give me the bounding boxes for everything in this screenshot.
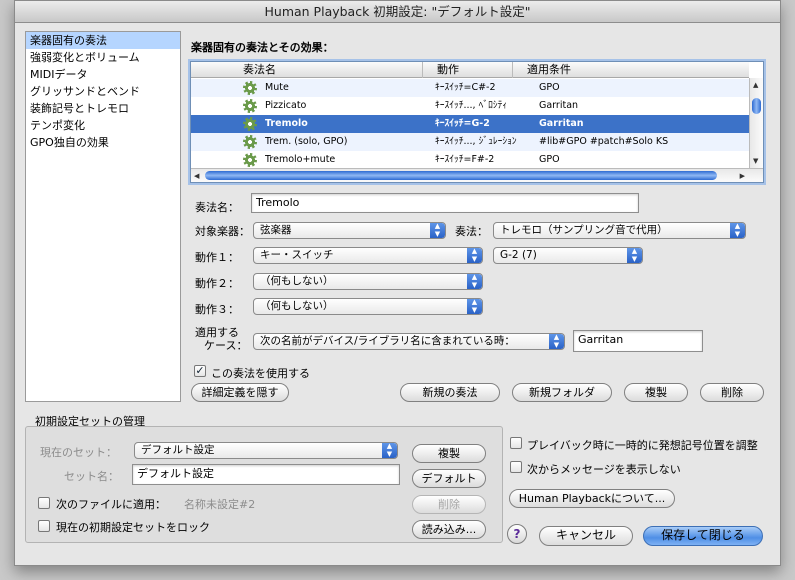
technique-popup[interactable]: トレモロ（サンプリング音で代用） ▲ ▼ <box>493 222 746 239</box>
horizontal-scroll-thumb[interactable] <box>205 171 717 180</box>
popup-arrows-icon: ▲ ▼ <box>467 274 482 289</box>
preset-management-group: 現在のセット： デフォルト設定 ▲ ▼ 複製 セット名： デフォルト設定 デフォルト… <box>25 426 503 543</box>
apply-case-field[interactable]: Garritan <box>573 330 703 352</box>
new-technique-button[interactable]: 新規の奏法 <box>400 383 500 402</box>
gear-icon <box>243 81 257 95</box>
popup-arrows-icon: ▲ ▼ <box>382 443 397 458</box>
adjust-expressions-label: プレイバック時に一時的に発想記号位置を調整 <box>527 439 758 452</box>
technique-name-label: 奏法名： <box>195 201 239 214</box>
delete-technique-button[interactable]: 削除 <box>700 383 764 402</box>
hide-details-button[interactable]: 詳細定義を隠す <box>191 383 289 402</box>
table-row[interactable]: Mute ｷｰｽｲｯﾁ=C#-2 GPO <box>191 79 749 97</box>
column-header-action[interactable]: 動作 <box>423 62 513 78</box>
action3-popup[interactable]: （何もしない） ▲ ▼ <box>253 298 483 315</box>
section-title: 楽器固有の奏法とその効果： <box>191 41 334 54</box>
table-row[interactable]: Pizzicato ｷｰｽｲｯﾁ..., ﾍﾞﾛｼﾃｨ Garritan <box>191 97 749 115</box>
default-set-button[interactable]: デフォルト <box>412 469 486 488</box>
technique-table[interactable]: 奏法名 動作 適用条件 Mute ｷｰｽｲｯﾁ=C#-2 GPO Pizzica… <box>190 61 764 183</box>
table-row[interactable]: Trem. (solo, GPO) ｷｰｽｲｯﾁ..., ｼﾞｭﾚｰｼｮﾝ #l… <box>191 133 749 151</box>
gear-icon <box>243 153 257 167</box>
use-technique-label: この奏法を使用する <box>211 367 310 380</box>
save-close-button[interactable]: 保存して閉じる <box>643 526 763 546</box>
apply-to-file-checkbox[interactable] <box>38 497 50 509</box>
window-title: Human Playback 初期設定: "デフォルト設定" <box>15 1 780 23</box>
sidebar-item-gpo[interactable]: GPO独自の効果 <box>26 134 180 151</box>
apply-to-file-label: 次のファイルに適用： <box>56 498 166 511</box>
popup-arrows-icon: ▲ ▼ <box>730 223 745 238</box>
checkmark-icon: ✓ <box>195 364 205 377</box>
load-set-button[interactable]: 読み込み... <box>412 520 486 539</box>
duplicate-technique-button[interactable]: 複製 <box>624 383 688 402</box>
action3-label: 動作３： <box>195 303 239 316</box>
cancel-button[interactable]: キャンセル <box>539 526 633 546</box>
adjust-expressions-checkbox[interactable] <box>510 437 522 449</box>
popup-arrows-icon: ▲ ▼ <box>430 223 445 238</box>
preferences-window: Human Playback 初期設定: "デフォルト設定" 楽器固有の奏法 強… <box>14 0 781 566</box>
about-button[interactable]: Human Playbackについて... <box>509 489 675 508</box>
hide-message-label: 次からメッセージを表示しない <box>527 463 681 476</box>
popup-arrows-icon: ▲ ▼ <box>467 299 482 314</box>
apply-case-label: 適用する ケース： <box>195 326 248 352</box>
target-instrument-popup[interactable]: 弦楽器 ▲ ▼ <box>253 222 446 239</box>
new-folder-button[interactable]: 新規フォルダ <box>512 383 612 402</box>
lock-set-label: 現在の初期設定セットをロック <box>56 521 210 534</box>
scroll-left-arrow-icon[interactable]: ◀ <box>194 171 199 181</box>
action1-popup[interactable]: キー・スイッチ ▲ ▼ <box>253 247 483 264</box>
popup-arrows-icon: ▲ ▼ <box>549 334 564 349</box>
duplicate-set-button[interactable]: 複製 <box>412 444 486 463</box>
apply-case-popup[interactable]: 次の名前がデバイス/ライブラリ名に含まれている時： ▲ ▼ <box>253 333 565 350</box>
table-vertical-scrollbar[interactable]: ▲ ▼ <box>749 78 763 168</box>
lock-set-checkbox[interactable] <box>38 520 50 532</box>
sidebar-item-glissando[interactable]: グリッサンドとベンド <box>26 83 180 100</box>
sidebar-item-midi[interactable]: MIDIデータ <box>26 66 180 83</box>
gear-icon <box>243 117 257 131</box>
sidebar-item-ornaments[interactable]: 装飾記号とトレモロ <box>26 100 180 117</box>
table-row-selected[interactable]: Tremolo ｷｰｽｲｯﾁ=G-2 Garritan <box>191 115 749 133</box>
table-horizontal-scrollbar[interactable]: ◀ ▶ <box>191 168 763 182</box>
action2-label: 動作２： <box>195 277 239 290</box>
popup-arrows-icon: ▲ ▼ <box>627 248 642 263</box>
sidebar-item-techniques[interactable]: 楽器固有の奏法 <box>26 32 180 49</box>
target-instrument-label: 対象楽器： <box>195 225 250 238</box>
hide-message-checkbox[interactable] <box>510 461 522 473</box>
category-list[interactable]: 楽器固有の奏法 強弱変化とボリューム MIDIデータ グリッサンドとベンド 装飾… <box>25 31 181 402</box>
popup-arrows-icon: ▲ ▼ <box>467 248 482 263</box>
sidebar-item-tempo[interactable]: テンポ変化 <box>26 117 180 134</box>
action2-popup[interactable]: （何もしない） ▲ ▼ <box>253 273 483 290</box>
current-set-popup[interactable]: デフォルト設定 ▲ ▼ <box>134 442 398 459</box>
technique-name-field[interactable]: Tremolo <box>251 193 639 213</box>
action1-label: 動作１： <box>195 251 239 264</box>
set-name-field[interactable]: デフォルト設定 <box>132 464 400 485</box>
column-header-name[interactable]: 奏法名 <box>191 62 423 78</box>
table-row[interactable]: Tremolo+mute ｷｰｽｲｯﾁ=F#-2 GPO <box>191 151 749 169</box>
delete-set-button[interactable]: 削除 <box>412 495 486 514</box>
scroll-up-arrow-icon[interactable]: ▲ <box>753 80 758 90</box>
vertical-scroll-thumb[interactable] <box>752 98 761 114</box>
help-icon[interactable]: ? <box>507 524 527 544</box>
gear-icon <box>243 99 257 113</box>
action1-note-popup[interactable]: G-2 (7) ▲ ▼ <box>493 247 643 264</box>
table-header: 奏法名 動作 適用条件 <box>191 62 749 78</box>
set-name-label: セット名： <box>64 470 119 483</box>
current-set-label: 現在のセット： <box>40 446 117 459</box>
technique-label: 奏法： <box>455 225 488 238</box>
gear-icon <box>243 135 257 149</box>
apply-to-file-value: 名称未設定#2 <box>184 498 256 511</box>
use-technique-checkbox[interactable]: ✓ <box>194 365 206 377</box>
column-header-condition[interactable]: 適用条件 <box>513 62 749 78</box>
scroll-down-arrow-icon[interactable]: ▼ <box>753 156 758 166</box>
sidebar-item-dynamics[interactable]: 強弱変化とボリューム <box>26 49 180 66</box>
scroll-right-arrow-icon[interactable]: ▶ <box>740 171 745 181</box>
